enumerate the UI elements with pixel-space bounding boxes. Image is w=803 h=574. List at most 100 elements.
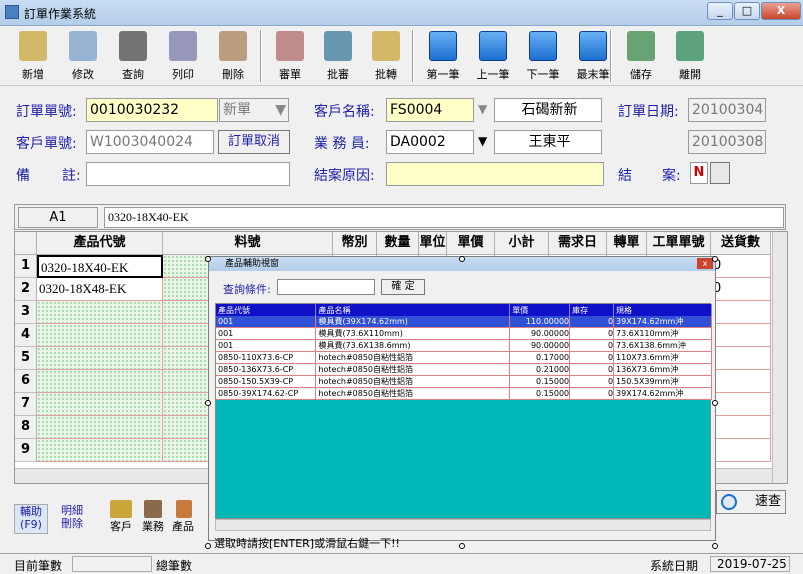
table-cell[interactable] (711, 347, 771, 370)
table-cell[interactable] (37, 301, 163, 324)
delivery-date-field[interactable]: 20100308 (688, 130, 766, 154)
dialog-table-cell: 001 (216, 339, 317, 352)
toolbar-button-7[interactable]: 批轉 (361, 28, 411, 84)
toolbar-button-9[interactable]: 上一筆 (468, 28, 518, 84)
table-cell[interactable] (711, 370, 771, 393)
resize-handle[interactable] (712, 400, 718, 406)
sales-code-field[interactable]: DA0002 (386, 130, 474, 154)
table-cell[interactable]: 0320-18X48-EK (37, 278, 163, 301)
maximize-button[interactable]: □ (734, 2, 760, 20)
dialog-table-cell: 90.00000 (509, 327, 571, 340)
closed-lookup-icon[interactable] (710, 162, 730, 184)
dialog-table-row[interactable]: 0850-39X174.62-CP hotech#0850自粘性鋁箔 0.15000… (216, 387, 712, 400)
toolbar-button-8[interactable]: 第一筆 (418, 28, 468, 84)
table-cell[interactable] (711, 301, 771, 324)
order-type-value: 新單 (223, 102, 251, 118)
vertical-scrollbar[interactable] (772, 232, 787, 483)
query-ok-button[interactable]: 確 定 (381, 279, 425, 295)
product-button[interactable]: 產品 (168, 518, 198, 534)
toolbar-button-12[interactable]: 儲存 (616, 28, 666, 84)
remark-label-2: 註: (62, 168, 81, 184)
toolbar-button-5[interactable]: 審單 (265, 28, 315, 84)
product-table[interactable]: 產品代號 產品名稱 單價 庫存 規格 001 模具費(39X174.62mm) 110.000… (215, 303, 712, 519)
dialog-table-cell: 0850-136X73.6-CP (216, 363, 317, 376)
table-cell[interactable]: 0 (711, 278, 771, 301)
toolbar-button-10[interactable]: 下一筆 (518, 28, 568, 84)
close-button[interactable]: X (761, 2, 801, 20)
toolbar-button-0[interactable]: 新增 (8, 28, 58, 84)
last-record-icon (579, 31, 607, 61)
closed-flag[interactable]: N (690, 162, 708, 184)
table-cell[interactable] (37, 416, 163, 439)
resize-handle[interactable] (459, 543, 465, 549)
query-input[interactable] (277, 279, 375, 295)
resize-handle[interactable] (712, 256, 718, 262)
table-cell[interactable] (711, 393, 771, 416)
dialog-table-row[interactable]: 001 模具費(73.6X110mm) 90.00000 0 73.6X110mm沖 (216, 327, 712, 340)
close-reason-field[interactable] (386, 162, 604, 186)
toolbar-separator (412, 30, 414, 82)
table-cell[interactable] (711, 416, 771, 439)
toolbar-button-3[interactable]: 列印 (158, 28, 208, 84)
grid-corner (15, 232, 37, 255)
toolbar-button-label: 刪除 (222, 68, 244, 81)
cell-value-field[interactable]: 0320-18X40-EK (104, 207, 784, 228)
dialog-table-cell: 模具費(39X174.62mm) (315, 316, 511, 328)
order-date-field[interactable]: 20100304 (688, 98, 766, 122)
table-cell[interactable] (711, 324, 771, 347)
customer-code-field[interactable]: FS0004 (386, 98, 474, 122)
resize-handle[interactable] (205, 256, 211, 262)
aux-f9-button[interactable]: 輔助 (F9) (14, 504, 48, 534)
column-header: 產品代號 (37, 232, 163, 255)
dialog-table-row[interactable]: 001 模具費(39X174.62mm) 110.00000 0 39X174.62mm… (216, 316, 712, 328)
cust-order-field[interactable]: W1003040024 (86, 130, 214, 154)
table-cell[interactable]: 0320-18X40-EK (37, 255, 163, 278)
dialog-table-row[interactable]: 0850-136X73.6-CP hotech#0850自粘性鋁箔 0.21000 0… (216, 363, 712, 376)
previous-record-icon (479, 31, 507, 61)
resize-handle[interactable] (712, 543, 718, 549)
order-no-field[interactable]: 0010030232 (86, 98, 218, 122)
column-header: 單位 (419, 232, 447, 255)
dialog-table-row[interactable]: 0850-150.5X39-CP hotech#0850自粘性鋁箔 0.15000 0… (216, 375, 712, 388)
toolbar-button-6[interactable]: 批審 (313, 28, 363, 84)
detail-delete-button[interactable]: 明細 刪除 (54, 504, 90, 534)
resize-handle[interactable] (205, 400, 211, 406)
quick-search-button[interactable]: 速查 (716, 490, 786, 514)
resize-handle[interactable] (459, 256, 465, 262)
table-cell[interactable] (37, 393, 163, 416)
cancel-order-button[interactable]: 訂單取消 (218, 130, 290, 154)
column-header: 轉單 (607, 232, 647, 255)
table-cell[interactable]: 0 (711, 255, 771, 278)
toolbar-button-1[interactable]: 修改 (58, 28, 108, 84)
dialog-table-row[interactable]: 0850-110X73.6-CP hotech#0850自粘性鋁箔 0.17000 0… (216, 351, 712, 364)
sales-button[interactable]: 業務 (138, 518, 168, 534)
table-cell[interactable] (37, 439, 163, 462)
order-type-select[interactable]: 新單 ▼ (219, 98, 289, 122)
toolbar-button-2[interactable]: 查詢 (108, 28, 158, 84)
customer-button[interactable]: 客戶 (106, 518, 136, 534)
toolbar-button-4[interactable]: 刪除 (208, 28, 258, 84)
delete-sign-icon (219, 31, 247, 61)
dialog-column-header: 規格 (613, 304, 712, 316)
column-header: 數量 (377, 232, 419, 255)
customer-dropdown-icon[interactable]: ▼ (478, 102, 487, 116)
column-header: 單價 (447, 232, 495, 255)
row-number: 8 (15, 416, 37, 439)
remark-field[interactable] (86, 162, 290, 186)
dialog-close-button[interactable]: x (697, 258, 713, 269)
toolbar-button-13[interactable]: 離開 (665, 28, 715, 84)
table-cell[interactable] (37, 370, 163, 393)
minimize-button[interactable]: _ (707, 2, 733, 20)
order-no-label: 訂單單號: (16, 104, 77, 120)
sales-dropdown-icon[interactable]: ▼ (478, 134, 487, 148)
table-cell[interactable] (711, 439, 771, 462)
current-count-field (72, 556, 152, 572)
dialog-table-cell: 001 (216, 316, 317, 328)
table-cell[interactable] (37, 347, 163, 370)
resize-handle[interactable] (205, 543, 211, 549)
customer-name-field: 石碣新新 (494, 98, 602, 122)
person-add-icon (19, 31, 47, 61)
dialog-horizontal-scrollbar[interactable] (215, 519, 711, 531)
table-cell[interactable] (37, 324, 163, 347)
dialog-table-row[interactable]: 001 模具費(73.6X138.6mm) 90.00000 0 73.6X138.6m… (216, 339, 712, 352)
